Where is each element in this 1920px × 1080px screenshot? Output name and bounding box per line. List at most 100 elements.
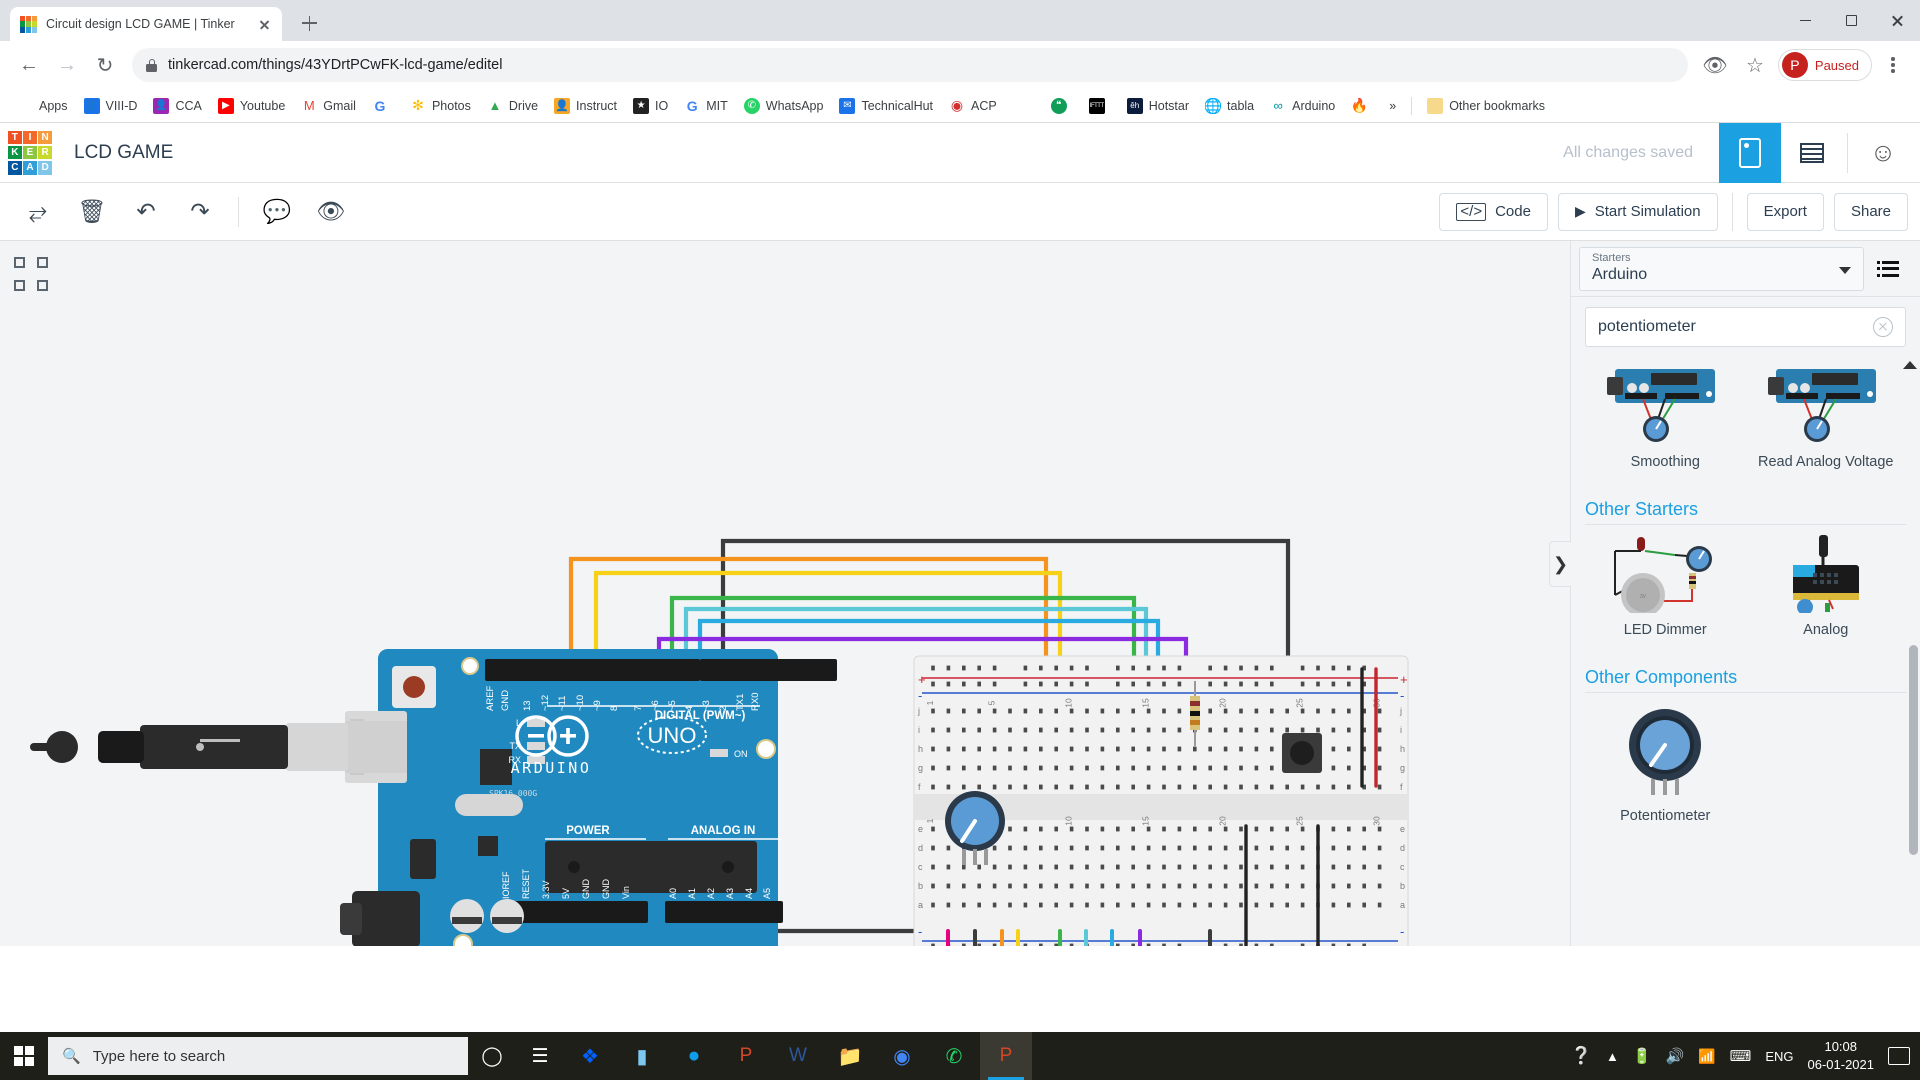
start-simulation-button[interactable]: ▶ Start Simulation — [1558, 193, 1718, 231]
panel-results[interactable]: Smoothing — [1571, 355, 1920, 946]
list-item[interactable]: Analog — [1746, 529, 1907, 653]
bookmark-acp[interactable]: ◉ ACP — [942, 94, 1004, 118]
address-bar[interactable]: tinkercad.com/things/43YDrtPCwFK-lcd-gam… — [132, 48, 1688, 82]
clear-search-icon[interactable] — [1873, 317, 1893, 337]
undo-arrow-icon[interactable]: ↶ — [120, 190, 172, 234]
page-title[interactable]: LCD GAME — [74, 142, 173, 164]
list-item[interactable]: 3V LED Dimmer — [1585, 529, 1746, 653]
list-item[interactable]: Smoothing — [1585, 361, 1746, 485]
bookmark-hangouts[interactable]: ❝ — [1044, 94, 1080, 118]
powerpoint-active-icon[interactable]: P — [980, 1032, 1032, 1080]
list-item[interactable]: Potentiometer — [1585, 697, 1746, 839]
extensions-icon[interactable]: 👁 — [1698, 48, 1732, 82]
battery-charging-icon[interactable]: 🔋 — [1633, 1047, 1652, 1065]
whatsapp-icon[interactable]: ✆ — [928, 1032, 980, 1080]
list-item-label: Read Analog Voltage — [1758, 453, 1893, 471]
bookmarks-overflow-button[interactable]: » — [1382, 95, 1403, 117]
bookmark-gmail[interactable]: M Gmail — [294, 94, 363, 118]
circuits-view-button[interactable] — [1719, 123, 1781, 183]
bookmark-viii-d[interactable]: 👤 VIII-D — [77, 94, 145, 118]
components-list-view-button[interactable] — [1781, 123, 1843, 183]
chrome-menu-icon[interactable] — [1878, 50, 1908, 80]
profile-button[interactable]: P Paused — [1778, 49, 1872, 81]
bookmark-io[interactable]: ★ IO — [626, 94, 675, 118]
code-button[interactable]: </> Code — [1439, 193, 1548, 231]
close-tab-icon[interactable] — [256, 16, 272, 32]
list-view-toggle[interactable] — [1864, 247, 1912, 291]
logo-letter: D — [38, 161, 52, 175]
bookmark-star-icon[interactable]: ☆ — [1738, 48, 1772, 82]
logo-letter: E — [23, 146, 37, 160]
start-button[interactable] — [0, 1032, 48, 1080]
svg-text:10: 10 — [1064, 816, 1074, 826]
bookmark-label: CCA — [175, 99, 201, 113]
word-icon[interactable]: W — [772, 1032, 824, 1080]
note-icon[interactable]: 💬 — [251, 190, 303, 234]
share-button[interactable]: Share — [1834, 193, 1908, 231]
bookmark-youtube[interactable]: ▶ Youtube — [211, 94, 292, 118]
bookmark-technicalhut[interactable]: ✉ TechnicalHut — [832, 94, 940, 118]
list-item-label: Potentiometer — [1620, 807, 1710, 825]
powerpoint-icon[interactable]: P — [720, 1032, 772, 1080]
taskbar-clock[interactable]: 10:08 06-01-2021 — [1808, 1038, 1875, 1073]
volume-icon[interactable]: 🔊 — [1666, 1047, 1685, 1065]
export-button[interactable]: Export — [1747, 193, 1824, 231]
wifi-icon[interactable]: 📶 — [1698, 1048, 1715, 1065]
cortana-icon[interactable]: ◯ — [468, 1032, 516, 1080]
trash-icon[interactable]: 🗑 — [66, 190, 118, 234]
redo-arrow-icon[interactable]: ↷ — [174, 190, 226, 234]
bookmark-hotstar[interactable]: êh Hotstar — [1120, 94, 1196, 118]
collapse-panel-button[interactable]: ❯ — [1549, 541, 1571, 587]
maximize-button[interactable] — [1828, 0, 1874, 41]
close-window-button[interactable] — [1874, 0, 1920, 41]
language-indicator[interactable]: ENG — [1765, 1049, 1793, 1064]
action-center-icon[interactable] — [1888, 1047, 1910, 1065]
bookmark-photos[interactable]: ✻ Photos — [403, 94, 478, 118]
bookmark-firebase[interactable]: 🔥 — [1344, 94, 1380, 118]
tinkercad-character-icon[interactable]: ☺ — [1860, 130, 1906, 176]
bookmark-ifttt[interactable]: IFTTT — [1082, 94, 1118, 118]
globe-icon: 🌐 — [1205, 98, 1221, 114]
tinkercad-logo[interactable]: T I N K E R C A D — [8, 131, 52, 175]
forward-icon[interactable]: → — [50, 48, 84, 82]
bookmark-cca[interactable]: 👤 CCA — [146, 94, 208, 118]
bookmark-drive[interactable]: ▲ Drive — [480, 94, 545, 118]
dropbox-icon[interactable]: ❖ — [564, 1032, 616, 1080]
list-item[interactable]: Read Analog Voltage — [1746, 361, 1907, 485]
scroll-up-icon[interactable] — [1903, 361, 1917, 369]
keyboard-icon[interactable]: ⌨ — [1730, 1047, 1752, 1065]
fit-to-view-button[interactable] — [14, 257, 48, 291]
bookmark-mit[interactable]: G MIT — [677, 94, 735, 118]
file-explorer-icon[interactable]: 📁 — [824, 1032, 876, 1080]
lock-icon — [146, 59, 157, 72]
bookmark-tabla[interactable]: 🌐 tabla — [1198, 94, 1261, 118]
rotate-icon[interactable]: ⥂ — [12, 190, 64, 234]
taskbar-search[interactable]: 🔍 Type here to search — [48, 1037, 468, 1075]
minimize-button[interactable] — [1782, 0, 1828, 41]
panel-scrollbar[interactable] — [1909, 645, 1918, 855]
bookmark-arduino[interactable]: ∞ Arduino — [1263, 94, 1342, 118]
starters-select[interactable]: Starters Arduino — [1579, 247, 1864, 291]
bookmark-whatsapp[interactable]: ✆ WhatsApp — [737, 94, 831, 118]
chrome-icon[interactable]: ◉ — [876, 1032, 928, 1080]
search-box[interactable] — [1585, 307, 1906, 347]
sticky-notes-icon[interactable]: ▮ — [616, 1032, 668, 1080]
list-item-label: Analog — [1803, 621, 1848, 639]
browser-tab[interactable]: Circuit design LCD GAME | Tinker — [10, 7, 282, 41]
bookmark-apps[interactable]: Apps — [10, 94, 75, 118]
bookmark-instructables[interactable]: 👤 Instruct — [547, 94, 624, 118]
new-tab-button[interactable] — [294, 8, 324, 38]
edge-icon[interactable]: ● — [668, 1032, 720, 1080]
other-bookmarks-button[interactable]: Other bookmarks — [1420, 94, 1552, 118]
show-hidden-icons-icon[interactable]: ▲ — [1606, 1049, 1619, 1064]
circuit-canvas[interactable]: ARDUINO UNO SPK16.000G L TX RX ON AREF G… — [0, 241, 1570, 946]
bookmark-google[interactable]: G — [365, 94, 401, 118]
help-icon[interactable]: ❔ — [1571, 1046, 1592, 1066]
bookmark-tinkercad[interactable] — [1006, 94, 1042, 118]
search-input[interactable] — [1598, 318, 1873, 336]
eye-icon[interactable]: 👁 — [305, 190, 357, 234]
reload-icon[interactable]: ↻ — [88, 48, 122, 82]
back-icon[interactable]: ← — [12, 48, 46, 82]
task-view-icon[interactable]: ☰ — [516, 1032, 564, 1080]
components-panel: ❯ Starters Arduino — [1570, 241, 1920, 946]
